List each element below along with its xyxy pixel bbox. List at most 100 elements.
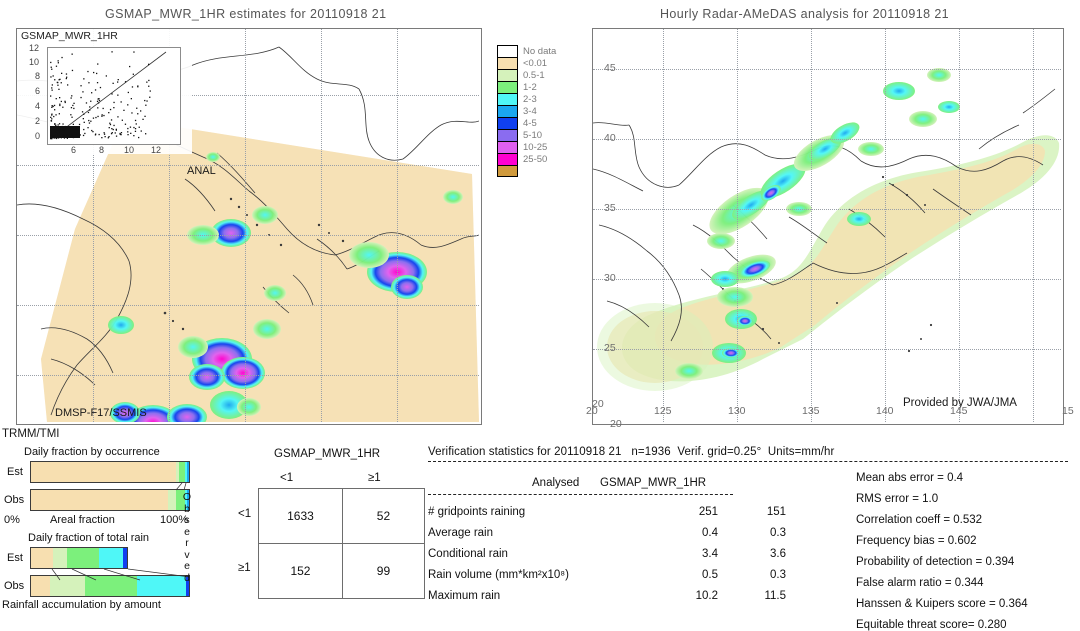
totalrain-row-label-est: Est <box>7 552 23 564</box>
xtick-140: 140 <box>876 405 894 417</box>
xtick-135: 135 <box>802 405 820 417</box>
xtick-145: 145 <box>950 405 968 417</box>
scatter-svg <box>50 51 167 140</box>
inset-ytick-12: 12 <box>29 43 40 53</box>
colorbar-swatch[interactable] <box>497 129 518 141</box>
verification-header: Verification statistics for 20110918 21 … <box>428 446 835 458</box>
totalrain-bar-est[interactable] <box>30 547 128 569</box>
colorbar-swatch[interactable] <box>497 45 518 57</box>
sensor-label-dmsp: DMSP-F17/SSMIS <box>55 407 147 419</box>
colorbar-label: <0.01 <box>523 58 548 69</box>
score-row: Correlation coeff = 0.532 <box>856 514 983 526</box>
colorbar-label: 3-4 <box>523 106 537 117</box>
stat-row-analysed: 0.5 <box>702 569 718 581</box>
colorbar-label: 4-5 <box>523 118 537 129</box>
colorbar-label: 2-3 <box>523 94 537 105</box>
grid-line-v <box>663 29 664 422</box>
colorbar-label: 0.5-1 <box>523 70 545 81</box>
colorbar-label: No data <box>523 46 557 57</box>
bar-segment <box>99 548 124 568</box>
colorbar-swatch[interactable] <box>497 81 518 93</box>
grid-line-h <box>593 349 1061 350</box>
right-map-radar-amedas[interactable]: Provided by JWA/JMA <box>592 28 1064 425</box>
inset-ytick-0: 0 <box>35 131 41 141</box>
table-row: 1633 52 <box>258 488 426 544</box>
grid-line-h <box>593 279 1061 280</box>
cell-hit-lt1-lt1: 1633 <box>258 488 343 544</box>
ytick-35: 35 <box>604 202 616 214</box>
totalrain-connector <box>51 568 191 581</box>
stats-col-header-model: GSMAP_MWR_1HR <box>600 477 707 489</box>
occurrence-xmin-label: 0% <box>4 514 20 526</box>
colorbar-legend[interactable]: No data <0.01 0.5-1 1-2 2-3 3-4 4-5 5-10 10-25 25… <box>497 45 556 177</box>
contingency-table: 1633 52 152 99 <box>258 488 426 599</box>
contingency-col-label-lt1: <1 <box>280 472 294 484</box>
totalrain-chart-title: Daily fraction of total rain <box>28 532 150 544</box>
inset-plot-area <box>47 47 181 145</box>
score-row: Mean abs error = 0.4 <box>856 472 964 484</box>
colorbar-swatch[interactable] <box>497 105 518 117</box>
contingency-row-label-ge1: ≥1 <box>238 562 251 574</box>
colorbar-swatch[interactable] <box>497 141 518 153</box>
stat-row-label: Average rain <box>428 527 493 539</box>
occurrence-xlabel: Areal fraction <box>50 514 115 526</box>
cell-ge1-ge1: 99 <box>341 543 426 599</box>
ytick-25: 25 <box>604 342 616 354</box>
inset-scatter-panel[interactable]: GSMAP_MWR_1HR 12 10 8 6 4 2 0 6 8 10 12 <box>17 29 192 155</box>
bar-segment <box>66 548 100 568</box>
divider-stats <box>428 494 733 495</box>
colorbar-swatch[interactable] <box>497 153 518 165</box>
stat-row-label: # gridpoints raining <box>428 506 526 518</box>
colorbar-label: 1-2 <box>523 82 537 93</box>
stat-row-model: 0.3 <box>770 527 786 539</box>
xtick-150: 15 <box>1062 405 1074 417</box>
bar-segment <box>123 548 127 568</box>
contingency-row-header-observed: Observed <box>182 491 192 584</box>
colorbar-label: 10-25 <box>523 142 548 153</box>
stat-row-analysed: 10.2 <box>695 590 718 602</box>
stat-row-model: 0.3 <box>770 569 786 581</box>
inset-ytick-2: 2 <box>35 116 41 126</box>
colorbar-swatch[interactable] <box>497 165 518 177</box>
inset-xtick-6: 6 <box>71 145 77 155</box>
stat-row-label: Conditional rain <box>428 548 508 560</box>
stat-row-label: Rain volume (mm*km²x10⁸) <box>428 569 569 581</box>
stat-row-model: 151 <box>766 506 786 518</box>
stat-row-model: 3.6 <box>770 548 786 560</box>
grid-line-h <box>17 235 479 236</box>
inset-title: GSMAP_MWR_1HR <box>21 30 118 42</box>
ytick-40: 40 <box>604 132 616 144</box>
inset-xtick-10: 10 <box>124 145 135 155</box>
occurrence-connector <box>175 482 187 491</box>
stat-row-analysed: 251 <box>698 506 718 518</box>
table-row: 152 99 <box>258 543 426 599</box>
inset-xtick-12: 12 <box>151 145 162 155</box>
cell-lt1-ge1: 52 <box>341 488 426 544</box>
score-row: Frequency bias = 0.602 <box>856 535 977 547</box>
colorbar-swatch[interactable] <box>497 57 518 69</box>
colorbar-swatch[interactable] <box>497 93 518 105</box>
grid-line-h <box>593 69 1061 70</box>
xtick-130: 130 <box>728 405 746 417</box>
inset-xtick-8: 8 <box>99 145 105 155</box>
stat-row-analysed: 3.4 <box>702 548 718 560</box>
xtick-125: 125 <box>654 405 672 417</box>
occurrence-row-label-est: Est <box>7 466 23 478</box>
contingency-column-header: GSMAP_MWR_1HR <box>274 448 381 460</box>
inset-ytick-8: 8 <box>35 71 41 81</box>
contingency-row-label-lt1: <1 <box>238 508 252 520</box>
grid-line-v <box>811 29 812 422</box>
right-panel-title: Hourly Radar-AMeDAS analysis for 2011091… <box>660 7 950 21</box>
occurrence-bar-est[interactable] <box>30 461 190 483</box>
bar-segment <box>53 548 67 568</box>
colorbar-swatch[interactable] <box>497 69 518 81</box>
inset-ytick-10: 10 <box>29 57 40 67</box>
colorbar-swatch[interactable] <box>497 117 518 129</box>
colorbar-label: 25-50 <box>523 154 548 165</box>
bar-segment <box>187 462 189 482</box>
colorbar-swatches <box>497 45 518 177</box>
ytick-20-lower: 20 <box>610 418 622 430</box>
stat-row-analysed: 0.4 <box>702 527 718 539</box>
occurrence-row-label-obs: Obs <box>4 494 25 506</box>
fraction-charts-panel: Daily fraction by occurrence Est Obs 0% … <box>0 444 200 612</box>
